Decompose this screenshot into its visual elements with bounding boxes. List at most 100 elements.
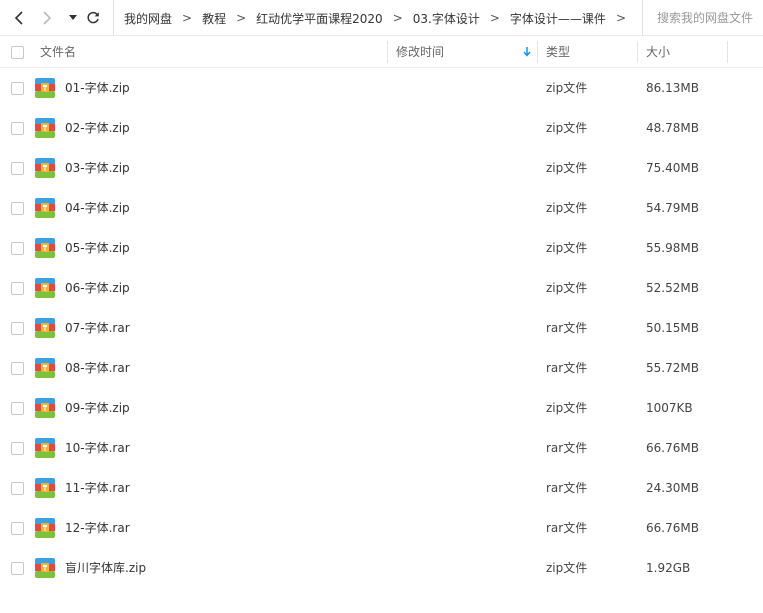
file-size: 55.72MB: [646, 361, 699, 375]
file-size: 50.15MB: [646, 321, 699, 335]
file-checkbox[interactable]: [11, 402, 24, 415]
navigation-bar: 我的网盘 > 教程 > 红动优学平面课程2020 > 03.字体设计 > 字体设…: [0, 0, 763, 36]
archive-file-icon: [35, 118, 55, 138]
file-name[interactable]: 07-字体.rar: [65, 308, 130, 348]
file-row[interactable]: 盲川字体库.zip zip文件 1.92GB: [0, 548, 763, 588]
file-checkbox[interactable]: [11, 242, 24, 255]
breadcrumb-item-tutorials[interactable]: 教程: [202, 10, 226, 27]
file-name[interactable]: 05-字体.zip: [65, 228, 130, 268]
column-header-size[interactable]: 大小: [646, 36, 726, 67]
file-name[interactable]: 10-字体.rar: [65, 428, 130, 468]
history-dropdown-button[interactable]: [63, 6, 83, 30]
file-row[interactable]: 03-字体.zip zip文件 75.40MB: [0, 148, 763, 188]
file-size: 86.13MB: [646, 81, 699, 95]
file-row[interactable]: 08-字体.rar rar文件 55.72MB: [0, 348, 763, 388]
column-divider[interactable]: [537, 41, 538, 63]
file-row[interactable]: 04-字体.zip zip文件 54.79MB: [0, 188, 763, 228]
file-type: rar文件: [546, 481, 588, 495]
file-size: 66.76MB: [646, 441, 699, 455]
file-type: zip文件: [546, 281, 588, 295]
file-row[interactable]: 01-字体.zip zip文件 86.13MB: [0, 68, 763, 108]
file-list: 01-字体.zip zip文件 86.13MB 02-字体.zip zip文件 …: [0, 68, 763, 588]
search-input[interactable]: [657, 11, 763, 25]
file-row[interactable]: 07-字体.rar rar文件 50.15MB: [0, 308, 763, 348]
file-checkbox[interactable]: [11, 442, 24, 455]
column-divider[interactable]: [637, 41, 638, 63]
archive-file-icon: [35, 398, 55, 418]
chevron-right-icon: [43, 11, 52, 25]
file-type: rar文件: [546, 441, 588, 455]
column-header-type[interactable]: 类型: [546, 36, 637, 67]
archive-file-icon: [35, 518, 55, 538]
column-header-modified-label: 修改时间: [396, 45, 445, 59]
file-row[interactable]: 02-字体.zip zip文件 48.78MB: [0, 108, 763, 148]
file-name[interactable]: 01-字体.zip: [65, 68, 130, 108]
column-header-modified[interactable]: 修改时间: [396, 36, 537, 67]
file-row[interactable]: 06-字体.zip zip文件 52.52MB: [0, 268, 763, 308]
caret-down-icon: [69, 15, 77, 20]
forward-button[interactable]: [37, 6, 57, 30]
file-type: zip文件: [546, 401, 588, 415]
file-name[interactable]: 04-字体.zip: [65, 188, 130, 228]
refresh-button[interactable]: [83, 6, 103, 30]
file-name[interactable]: 03-字体.zip: [65, 148, 130, 188]
breadcrumb-item-my-drive[interactable]: 我的网盘: [124, 10, 172, 27]
file-type: rar文件: [546, 321, 588, 335]
file-name[interactable]: 09-字体.zip: [65, 388, 130, 428]
breadcrumb-item-courseware[interactable]: 字体设计——课件: [510, 10, 606, 27]
file-row[interactable]: 10-字体.rar rar文件 66.76MB: [0, 428, 763, 468]
breadcrumb-item-font-design[interactable]: 03.字体设计: [413, 10, 480, 27]
file-size: 24.30MB: [646, 481, 699, 495]
file-row[interactable]: 09-字体.zip zip文件 1007KB: [0, 388, 763, 428]
file-name[interactable]: 盲川字体库.zip: [65, 548, 146, 588]
file-checkbox[interactable]: [11, 322, 24, 335]
file-row[interactable]: 11-字体.rar rar文件 24.30MB: [0, 468, 763, 508]
select-all-checkbox[interactable]: [11, 46, 24, 59]
file-type: zip文件: [546, 561, 588, 575]
file-type: zip文件: [546, 121, 588, 135]
file-checkbox[interactable]: [11, 202, 24, 215]
column-header-type-label: 类型: [546, 45, 571, 59]
column-header-name[interactable]: 文件名: [40, 36, 387, 67]
chevron-left-icon: [14, 11, 23, 25]
file-list-header: 文件名 修改时间 类型 大小: [0, 36, 763, 68]
archive-file-icon: [35, 198, 55, 218]
breadcrumb-separator: >: [392, 11, 403, 25]
column-divider[interactable]: [727, 41, 728, 63]
file-name[interactable]: 08-字体.rar: [65, 348, 130, 388]
file-name[interactable]: 11-字体.rar: [65, 468, 130, 508]
file-checkbox[interactable]: [11, 282, 24, 295]
breadcrumb-separator: >: [182, 11, 193, 25]
file-name[interactable]: 02-字体.zip: [65, 108, 130, 148]
file-row[interactable]: 05-字体.zip zip文件 55.98MB: [0, 228, 763, 268]
file-type: rar文件: [546, 521, 588, 535]
file-name[interactable]: 06-字体.zip: [65, 268, 130, 308]
breadcrumb-separator: >: [615, 11, 626, 25]
breadcrumb-item-course[interactable]: 红动优学平面课程2020: [256, 10, 383, 27]
file-size: 48.78MB: [646, 121, 699, 135]
file-size: 52.52MB: [646, 281, 699, 295]
archive-file-icon: [35, 318, 55, 338]
file-checkbox[interactable]: [11, 482, 24, 495]
file-checkbox[interactable]: [11, 122, 24, 135]
archive-file-icon: [35, 438, 55, 458]
column-header-name-label: 文件名: [40, 45, 77, 59]
file-checkbox[interactable]: [11, 82, 24, 95]
file-type: zip文件: [546, 201, 588, 215]
column-divider[interactable]: [387, 41, 388, 63]
file-checkbox[interactable]: [11, 362, 24, 375]
breadcrumb-separator: >: [489, 11, 500, 25]
file-name[interactable]: 12-字体.rar: [65, 508, 130, 548]
file-size: 1.92GB: [646, 561, 691, 575]
file-row[interactable]: 12-字体.rar rar文件 66.76MB: [0, 508, 763, 548]
file-checkbox[interactable]: [11, 162, 24, 175]
file-checkbox[interactable]: [11, 522, 24, 535]
file-size: 54.79MB: [646, 201, 699, 215]
search-area: [642, 0, 763, 36]
archive-file-icon: [35, 78, 55, 98]
back-button[interactable]: [9, 6, 29, 30]
refresh-icon: [87, 11, 99, 24]
file-checkbox[interactable]: [11, 562, 24, 575]
file-size: 66.76MB: [646, 521, 699, 535]
file-type: zip文件: [546, 241, 588, 255]
